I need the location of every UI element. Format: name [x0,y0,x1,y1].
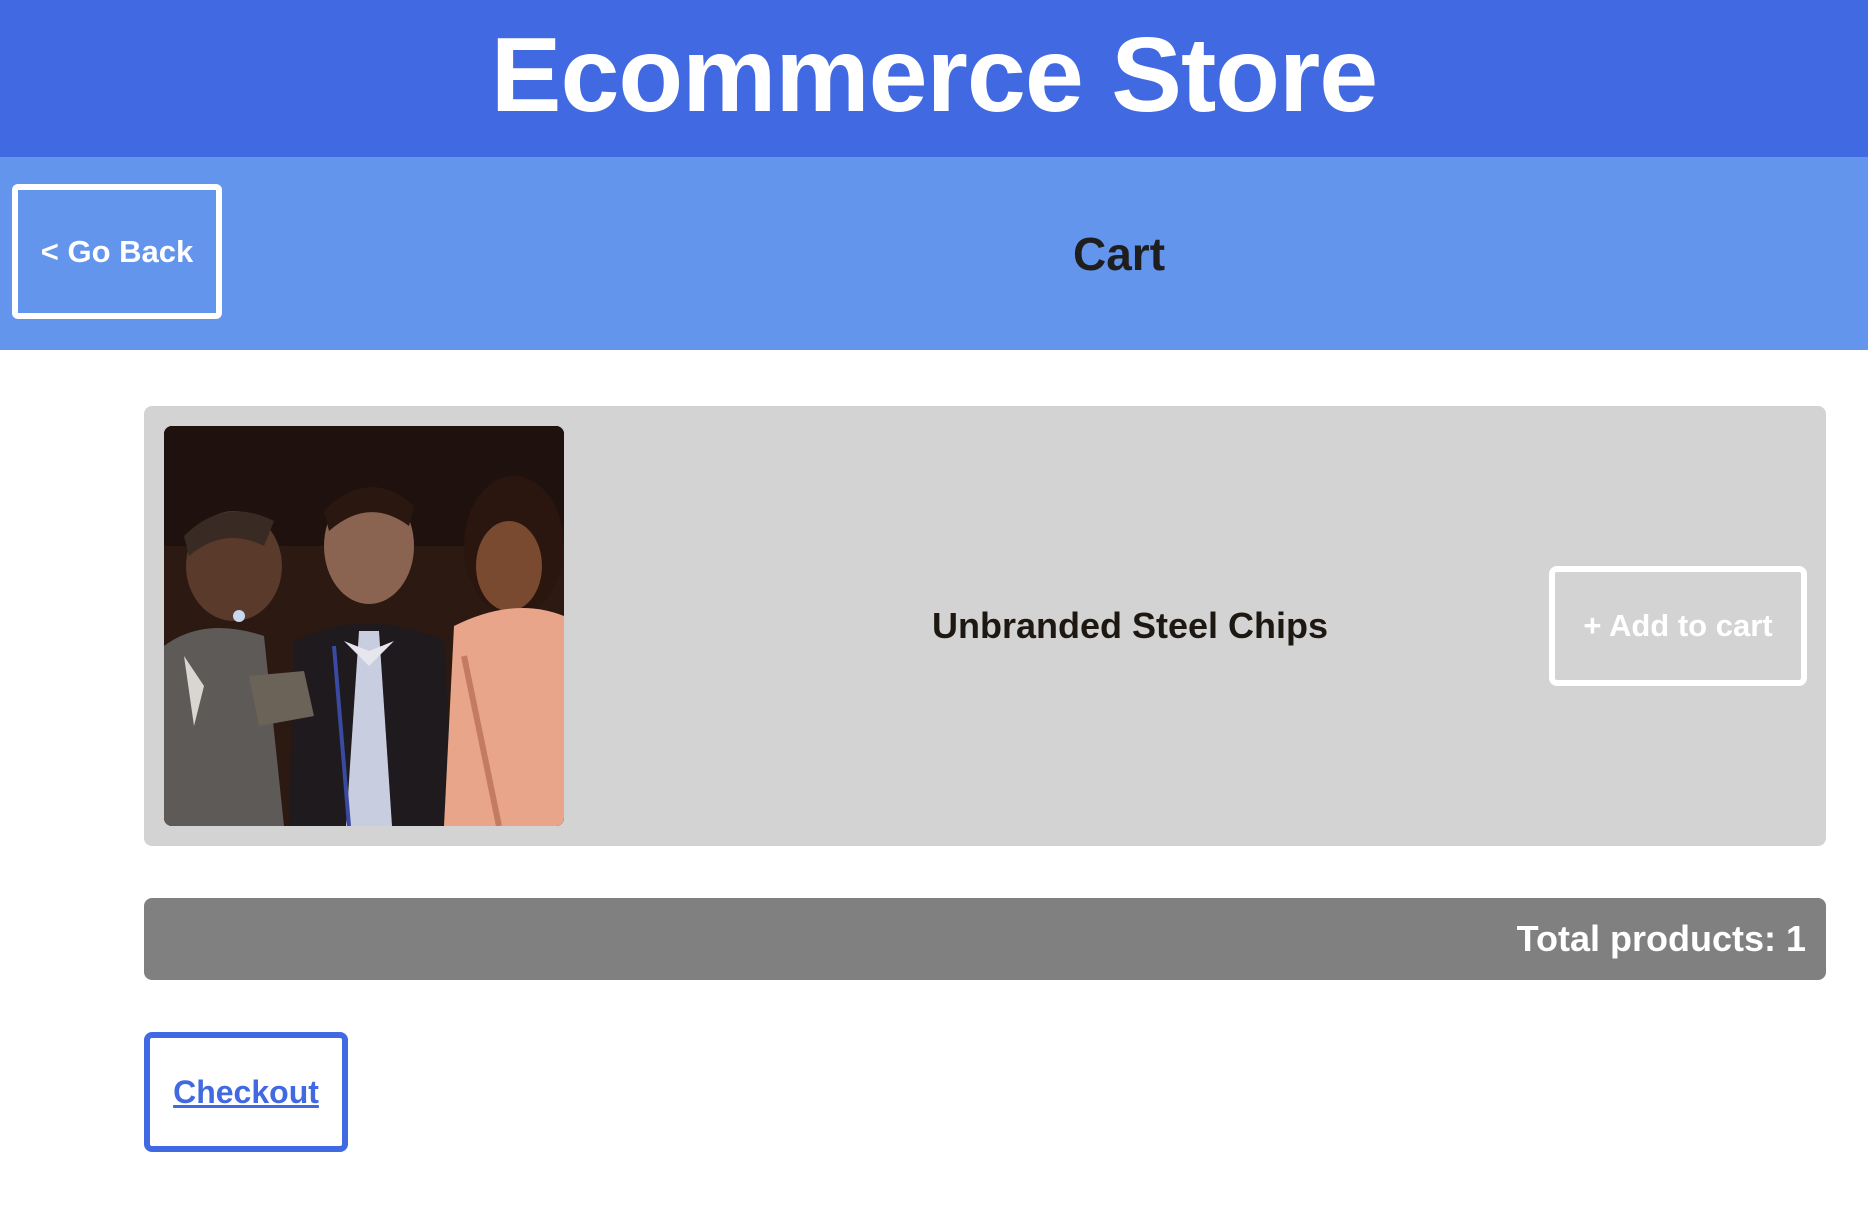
cart-subheader: Cart < Go Back [0,157,1868,350]
store-header: Ecommerce Store [0,0,1868,157]
page-title: Cart [1072,227,1166,280]
total-products: Total products: 1 [1516,918,1806,959]
page-heading-container: Cart [0,157,1868,350]
go-back-button[interactable]: < Go Back [12,184,222,319]
store-title: Ecommerce Store [490,15,1378,134]
add-to-cart-button[interactable]: + Add to cart [1549,566,1807,686]
cart-item: Unbranded Steel Chips + Add to cart [144,406,1826,846]
checkout-button[interactable]: Checkout [144,1032,348,1152]
total-bar: Total products: 1 [144,898,1826,980]
